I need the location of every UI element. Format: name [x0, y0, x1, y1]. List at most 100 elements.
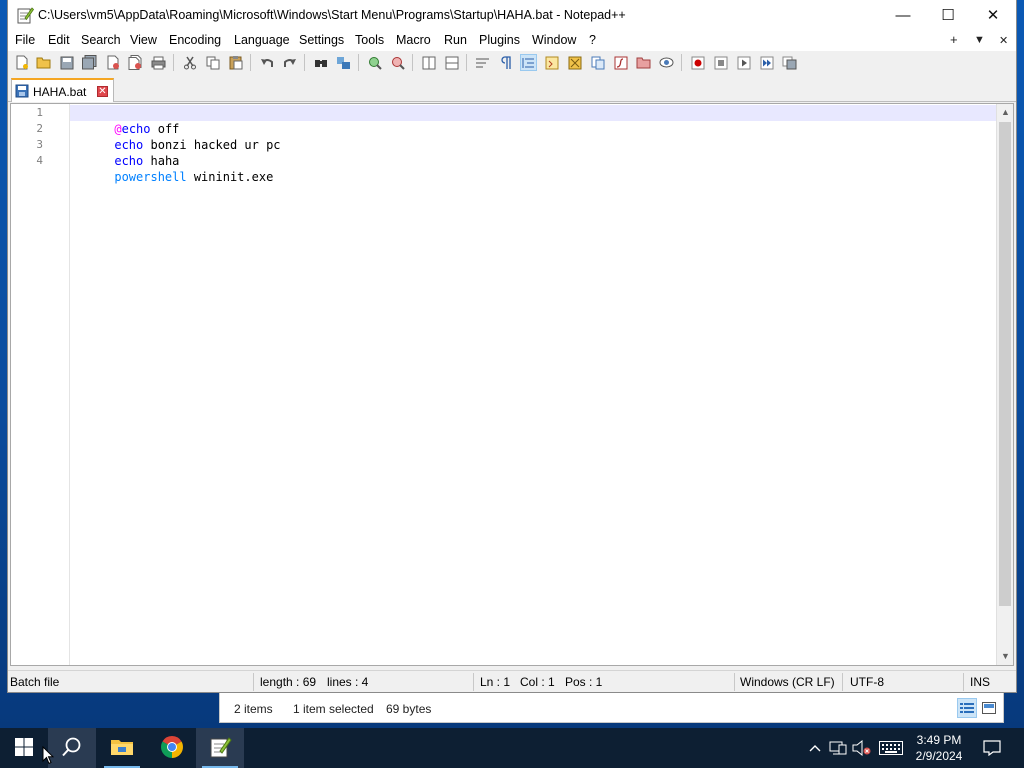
notification-icon[interactable] — [982, 738, 1002, 758]
editor[interactable]: 1 2 3 4 @echo off echo bonzi hacked ur p… — [10, 103, 1014, 666]
function-list-icon[interactable] — [612, 54, 629, 71]
status-line: Ln : 1 — [480, 675, 511, 689]
menu-view[interactable]: View — [130, 33, 157, 47]
maximize-button[interactable]: ☐ — [925, 0, 971, 30]
notepad-plus-plus-button[interactable] — [196, 728, 244, 768]
large-icons-view-icon[interactable] — [979, 698, 999, 718]
menu-file[interactable]: File — [15, 33, 35, 47]
status-separator — [842, 673, 843, 691]
network-icon[interactable] — [828, 738, 848, 758]
macro-run-multiple-icon[interactable] — [758, 54, 775, 71]
macro-stop-icon[interactable] — [712, 54, 729, 71]
copy-icon[interactable] — [204, 54, 221, 71]
redo-icon[interactable] — [281, 54, 298, 71]
details-view-icon[interactable] — [957, 698, 977, 718]
line-number: 1 — [36, 106, 43, 119]
document-list-icon[interactable] — [589, 54, 606, 71]
macro-record-icon[interactable] — [689, 54, 706, 71]
open-file-icon[interactable] — [35, 54, 52, 71]
menu-help[interactable]: ? — [589, 33, 596, 47]
menu-window[interactable]: Window — [532, 33, 576, 47]
menu-encoding[interactable]: Encoding — [169, 33, 221, 47]
keyboard-icon[interactable] — [878, 738, 904, 758]
find-icon[interactable] — [312, 54, 329, 71]
status-eol[interactable]: Windows (CR LF) — [740, 675, 835, 689]
code-line: powershell wininit.exe — [71, 153, 273, 184]
zoom-out-icon[interactable] — [389, 54, 406, 71]
menu-tools[interactable]: Tools — [355, 33, 384, 47]
chrome-button[interactable] — [148, 728, 196, 768]
new-file-icon[interactable] — [13, 54, 30, 71]
explorer-size: 69 bytes — [386, 702, 432, 716]
explorer-item-count: 2 items — [234, 702, 273, 716]
mouse-cursor-icon — [42, 745, 55, 768]
save-icon[interactable] — [58, 54, 75, 71]
file-explorer-button[interactable] — [98, 728, 146, 768]
tab-close-icon[interactable]: ✕ — [97, 86, 108, 97]
document-map-icon[interactable] — [566, 54, 583, 71]
cut-icon[interactable] — [181, 54, 198, 71]
minimize-button[interactable]: — — [880, 0, 926, 30]
notepad-plus-plus-window: C:\Users\vm5\AppData\Roaming\Microsoft\W… — [7, 0, 1017, 693]
status-insert-mode: INS — [970, 675, 991, 689]
menu-edit[interactable]: Edit — [48, 33, 70, 47]
title-bar[interactable]: C:\Users\vm5\AppData\Roaming\Microsoft\W… — [8, 0, 1016, 30]
user-language-icon[interactable] — [543, 54, 560, 71]
menu-plugins[interactable]: Plugins — [479, 33, 520, 47]
paste-icon[interactable] — [227, 54, 244, 71]
taskbar: 3:49 PM 2/9/2024 — [0, 728, 1024, 768]
menu-search[interactable]: Search — [81, 33, 121, 47]
search-button[interactable] — [48, 728, 96, 768]
close-all-icon[interactable] — [127, 54, 144, 71]
tab-list-dropdown[interactable]: ▼ — [974, 34, 985, 46]
clock-date: 2/9/2024 — [915, 749, 963, 763]
status-separator — [473, 673, 474, 691]
code-token: wininit.exe — [186, 170, 274, 184]
line-number: 3 — [36, 138, 43, 151]
undo-icon[interactable] — [258, 54, 275, 71]
close-tab-button[interactable]: ✕ — [999, 34, 1008, 47]
scroll-down-icon[interactable]: ▼ — [997, 648, 1014, 665]
status-separator — [963, 673, 964, 691]
menu-run[interactable]: Run — [444, 33, 467, 47]
show-all-chars-icon[interactable] — [497, 54, 514, 71]
vertical-scrollbar[interactable]: ▲ ▼ — [996, 104, 1013, 665]
current-line-highlight — [70, 105, 996, 121]
code-line: @echo off — [71, 105, 179, 136]
toolbar-separator — [358, 54, 359, 71]
start-button[interactable] — [0, 728, 48, 768]
close-button[interactable]: ✕ — [970, 0, 1016, 30]
macro-save-icon[interactable] — [781, 54, 798, 71]
search-icon — [61, 736, 83, 761]
volume-muted-icon[interactable] — [852, 738, 872, 758]
status-encoding[interactable]: UTF-8 — [850, 675, 884, 689]
scrollbar-thumb[interactable] — [999, 122, 1011, 606]
menu-macro[interactable]: Macro — [396, 33, 431, 47]
menu-language[interactable]: Language — [234, 33, 290, 47]
folder-icon — [110, 737, 134, 760]
indent-guide-icon[interactable] — [520, 54, 537, 71]
word-wrap-icon[interactable] — [474, 54, 491, 71]
sync-horizontal-icon[interactable] — [443, 54, 460, 71]
toolbar-separator — [412, 54, 413, 71]
new-tab-button[interactable]: + — [950, 32, 958, 47]
explorer-status-bar: 2 items 1 item selected 69 bytes — [219, 693, 1004, 723]
chevron-up-icon[interactable] — [805, 738, 825, 758]
close-file-icon[interactable] — [104, 54, 121, 71]
menu-settings[interactable]: Settings — [299, 33, 344, 47]
print-icon[interactable] — [150, 54, 167, 71]
monitoring-icon[interactable] — [658, 54, 675, 71]
tab-label: HAHA.bat — [33, 85, 87, 99]
tab-haha-bat[interactable]: HAHA.bat ✕ — [11, 78, 114, 102]
sync-vertical-icon[interactable] — [420, 54, 437, 71]
save-all-icon[interactable] — [81, 54, 98, 71]
clock[interactable]: 3:49 PM 2/9/2024 — [906, 732, 972, 764]
scroll-up-icon[interactable]: ▲ — [997, 104, 1014, 121]
code-token: powershell — [114, 170, 187, 184]
toolbar — [8, 51, 1016, 74]
macro-play-icon[interactable] — [735, 54, 752, 71]
toolbar-separator — [173, 54, 174, 71]
folder-workspace-icon[interactable] — [635, 54, 652, 71]
zoom-in-icon[interactable] — [366, 54, 383, 71]
replace-icon[interactable] — [335, 54, 352, 71]
